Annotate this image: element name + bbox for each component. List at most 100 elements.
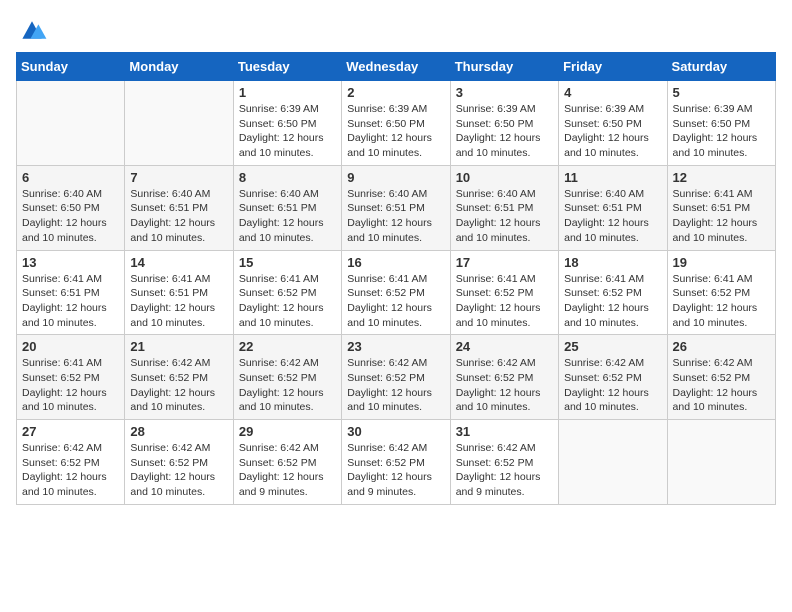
day-number: 20 [22, 339, 119, 354]
day-info: Sunrise: 6:40 AM Sunset: 6:51 PM Dayligh… [347, 187, 444, 246]
day-info: Sunrise: 6:41 AM Sunset: 6:51 PM Dayligh… [130, 272, 227, 331]
day-number: 9 [347, 170, 444, 185]
calendar-cell: 28 Sunrise: 6:42 AM Sunset: 6:52 PM Dayli… [125, 420, 233, 505]
week-row: 1 Sunrise: 6:39 AM Sunset: 6:50 PM Daylig… [17, 81, 776, 166]
calendar-cell: 9 Sunrise: 6:40 AM Sunset: 6:51 PM Daylig… [342, 165, 450, 250]
day-info: Sunrise: 6:42 AM Sunset: 6:52 PM Dayligh… [239, 356, 336, 415]
day-info: Sunrise: 6:39 AM Sunset: 6:50 PM Dayligh… [564, 102, 661, 161]
day-info: Sunrise: 6:42 AM Sunset: 6:52 PM Dayligh… [564, 356, 661, 415]
day-number: 2 [347, 85, 444, 100]
calendar-cell: 14 Sunrise: 6:41 AM Sunset: 6:51 PM Dayli… [125, 250, 233, 335]
calendar-cell: 17 Sunrise: 6:41 AM Sunset: 6:52 PM Dayli… [450, 250, 558, 335]
day-number: 8 [239, 170, 336, 185]
calendar-cell: 3 Sunrise: 6:39 AM Sunset: 6:50 PM Daylig… [450, 81, 558, 166]
day-info: Sunrise: 6:40 AM Sunset: 6:51 PM Dayligh… [239, 187, 336, 246]
day-number: 27 [22, 424, 119, 439]
day-number: 30 [347, 424, 444, 439]
calendar-cell: 6Sunrise: 6:40 AM Sunset: 6:50 PM Daylig… [17, 165, 125, 250]
day-number: 19 [673, 255, 770, 270]
calendar-cell: 13 Sunrise: 6:41 AM Sunset: 6:51 PM Dayli… [17, 250, 125, 335]
weekday-header: Thursday [450, 53, 558, 81]
day-info: Sunrise: 6:41 AM Sunset: 6:52 PM Dayligh… [673, 272, 770, 331]
day-number: 22 [239, 339, 336, 354]
header [16, 16, 776, 44]
week-row: 13 Sunrise: 6:41 AM Sunset: 6:51 PM Dayli… [17, 250, 776, 335]
calendar-cell: 30 Sunrise: 6:42 AM Sunset: 6:52 PM Dayli… [342, 420, 450, 505]
day-info: Sunrise: 6:42 AM Sunset: 6:52 PM Dayligh… [347, 441, 444, 500]
calendar-cell: 8 Sunrise: 6:40 AM Sunset: 6:51 PM Daylig… [233, 165, 341, 250]
weekday-header: Saturday [667, 53, 775, 81]
day-number: 16 [347, 255, 444, 270]
calendar-cell [125, 81, 233, 166]
calendar-cell [559, 420, 667, 505]
day-info: Sunrise: 6:41 AM Sunset: 6:52 PM Dayligh… [22, 356, 119, 415]
week-row: 6Sunrise: 6:40 AM Sunset: 6:50 PM Daylig… [17, 165, 776, 250]
day-number: 5 [673, 85, 770, 100]
calendar-cell: 29Sunrise: 6:42 AM Sunset: 6:52 PM Dayli… [233, 420, 341, 505]
calendar-cell: 19 Sunrise: 6:41 AM Sunset: 6:52 PM Dayli… [667, 250, 775, 335]
calendar-cell: 2 Sunrise: 6:39 AM Sunset: 6:50 PM Daylig… [342, 81, 450, 166]
calendar-cell: 22 Sunrise: 6:42 AM Sunset: 6:52 PM Dayli… [233, 335, 341, 420]
calendar-cell: 11 Sunrise: 6:40 AM Sunset: 6:51 PM Dayli… [559, 165, 667, 250]
day-number: 7 [130, 170, 227, 185]
week-row: 27 Sunrise: 6:42 AM Sunset: 6:52 PM Dayli… [17, 420, 776, 505]
calendar-cell: 23Sunrise: 6:42 AM Sunset: 6:52 PM Dayli… [342, 335, 450, 420]
day-number: 14 [130, 255, 227, 270]
calendar-cell: 24 Sunrise: 6:42 AM Sunset: 6:52 PM Dayli… [450, 335, 558, 420]
weekday-header: Friday [559, 53, 667, 81]
calendar-cell: 7Sunrise: 6:40 AM Sunset: 6:51 PM Daylig… [125, 165, 233, 250]
calendar-cell: 10 Sunrise: 6:40 AM Sunset: 6:51 PM Dayli… [450, 165, 558, 250]
weekday-header-row: SundayMondayTuesdayWednesdayThursdayFrid… [17, 53, 776, 81]
logo-icon [16, 16, 48, 44]
day-number: 1 [239, 85, 336, 100]
day-info: Sunrise: 6:42 AM Sunset: 6:52 PM Dayligh… [673, 356, 770, 415]
day-info: Sunrise: 6:41 AM Sunset: 6:52 PM Dayligh… [239, 272, 336, 331]
day-info: Sunrise: 6:42 AM Sunset: 6:52 PM Dayligh… [22, 441, 119, 500]
day-info: Sunrise: 6:42 AM Sunset: 6:52 PM Dayligh… [130, 441, 227, 500]
day-number: 4 [564, 85, 661, 100]
calendar-cell [17, 81, 125, 166]
day-number: 3 [456, 85, 553, 100]
weekday-header: Tuesday [233, 53, 341, 81]
day-info: Sunrise: 6:39 AM Sunset: 6:50 PM Dayligh… [347, 102, 444, 161]
day-info: Sunrise: 6:39 AM Sunset: 6:50 PM Dayligh… [456, 102, 553, 161]
day-number: 10 [456, 170, 553, 185]
day-info: Sunrise: 6:42 AM Sunset: 6:52 PM Dayligh… [456, 441, 553, 500]
weekday-header: Monday [125, 53, 233, 81]
day-number: 26 [673, 339, 770, 354]
day-number: 29 [239, 424, 336, 439]
day-number: 21 [130, 339, 227, 354]
calendar-cell: 16Sunrise: 6:41 AM Sunset: 6:52 PM Dayli… [342, 250, 450, 335]
day-number: 31 [456, 424, 553, 439]
calendar-cell: 12 Sunrise: 6:41 AM Sunset: 6:51 PM Dayli… [667, 165, 775, 250]
day-number: 6 [22, 170, 119, 185]
calendar-cell: 5 Sunrise: 6:39 AM Sunset: 6:50 PM Daylig… [667, 81, 775, 166]
calendar-cell: 26 Sunrise: 6:42 AM Sunset: 6:52 PM Dayli… [667, 335, 775, 420]
day-number: 15 [239, 255, 336, 270]
day-number: 25 [564, 339, 661, 354]
day-info: Sunrise: 6:42 AM Sunset: 6:52 PM Dayligh… [456, 356, 553, 415]
calendar-cell: 31 Sunrise: 6:42 AM Sunset: 6:52 PM Dayli… [450, 420, 558, 505]
day-number: 24 [456, 339, 553, 354]
day-number: 11 [564, 170, 661, 185]
day-info: Sunrise: 6:40 AM Sunset: 6:51 PM Dayligh… [456, 187, 553, 246]
day-info: Sunrise: 6:39 AM Sunset: 6:50 PM Dayligh… [673, 102, 770, 161]
weekday-header: Wednesday [342, 53, 450, 81]
calendar-cell: 20 Sunrise: 6:41 AM Sunset: 6:52 PM Dayli… [17, 335, 125, 420]
calendar-cell: 18Sunrise: 6:41 AM Sunset: 6:52 PM Dayli… [559, 250, 667, 335]
day-number: 12 [673, 170, 770, 185]
week-row: 20 Sunrise: 6:41 AM Sunset: 6:52 PM Dayli… [17, 335, 776, 420]
day-info: Sunrise: 6:41 AM Sunset: 6:51 PM Dayligh… [673, 187, 770, 246]
day-number: 23 [347, 339, 444, 354]
day-number: 13 [22, 255, 119, 270]
calendar-cell: 25 Sunrise: 6:42 AM Sunset: 6:52 PM Dayli… [559, 335, 667, 420]
day-info: Sunrise: 6:41 AM Sunset: 6:51 PM Dayligh… [22, 272, 119, 331]
day-info: Sunrise: 6:40 AM Sunset: 6:51 PM Dayligh… [564, 187, 661, 246]
logo [16, 16, 52, 44]
day-info: Sunrise: 6:41 AM Sunset: 6:52 PM Dayligh… [564, 272, 661, 331]
calendar-cell: 4 Sunrise: 6:39 AM Sunset: 6:50 PM Daylig… [559, 81, 667, 166]
day-number: 17 [456, 255, 553, 270]
calendar-cell: 21Sunrise: 6:42 AM Sunset: 6:52 PM Dayli… [125, 335, 233, 420]
day-number: 28 [130, 424, 227, 439]
day-info: Sunrise: 6:41 AM Sunset: 6:52 PM Dayligh… [456, 272, 553, 331]
